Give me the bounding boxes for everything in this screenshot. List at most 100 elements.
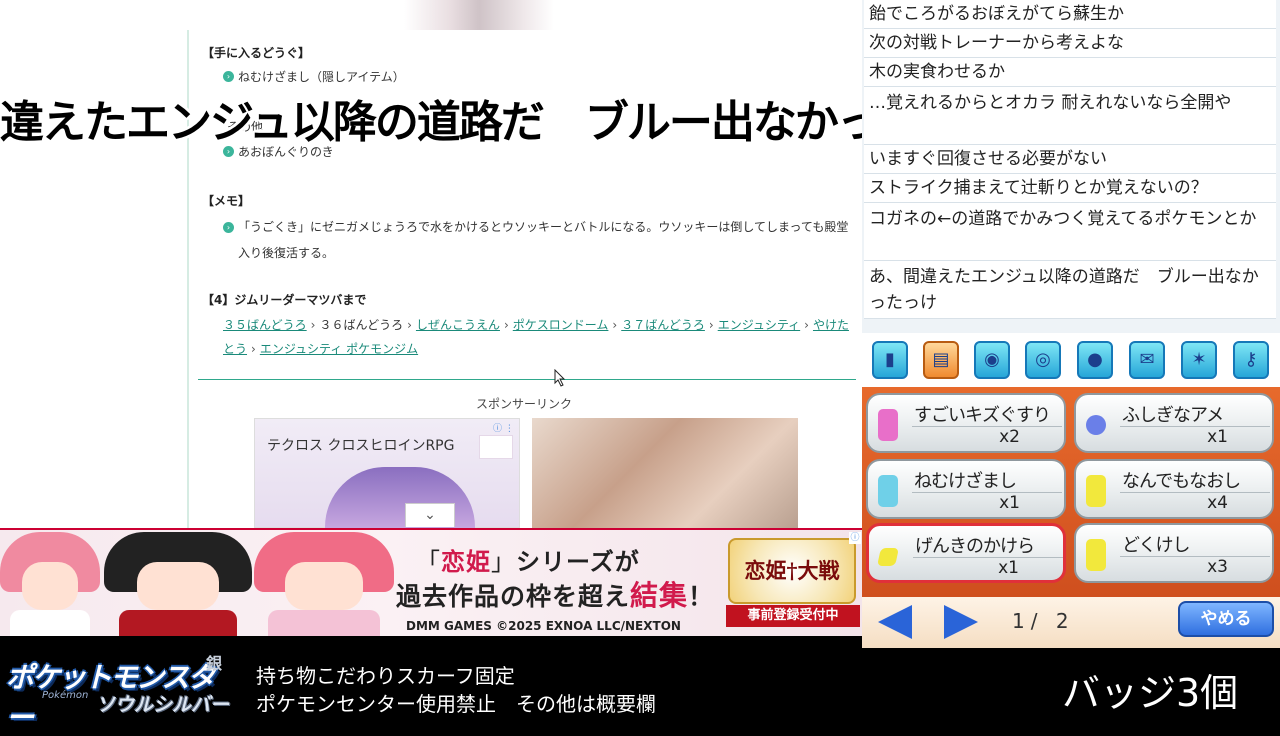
route-breadcrumb: ３５ばんどうろ › ３６ばんどうろ › しぜんこうえん › ポケスロンドーム › ３７ばんどうろ… — [223, 313, 855, 361]
item-name: ふしぎなアメ — [1122, 405, 1224, 426]
route-separator: › — [251, 342, 256, 356]
chat-message: あ、間違えたエンジュ以降の道路だ ブルー出なかったっけ — [864, 261, 1276, 319]
ad-title: テクロス クロスヒロインRPG — [267, 438, 455, 454]
ad-info-icon[interactable]: ⓘ ⋮ — [493, 421, 514, 434]
expand-chevron-icon[interactable]: ⌄ — [405, 503, 455, 527]
candy-icon — [1086, 415, 1106, 435]
item-name: げんきのかけら — [915, 536, 1035, 557]
previous-page-arrow-icon[interactable] — [878, 605, 912, 639]
ad-photo-shadow — [532, 488, 798, 528]
ad-tile-photo[interactable] — [532, 418, 798, 528]
item-name: どくけし — [1122, 535, 1190, 556]
bullet-icon: › — [223, 71, 234, 82]
item-bullet: › ねむけざまし（隠しアイテム） — [223, 68, 405, 85]
chat-message: 飴でころがるおぼえがてら蘇生か — [864, 0, 1276, 29]
potion-icon — [878, 409, 898, 441]
stream-overlay-subtitle: 違えたエンジュ以降の道路だ ブルー出なかったっけ — [0, 97, 1007, 148]
banner-ad[interactable]: 「恋姫」シリーズが 過去作品の枠を超え結集！ DMM GAMES ©2025 E… — [0, 528, 862, 636]
bottle-icon — [878, 475, 898, 507]
item-name: ねむけざまし — [914, 471, 1017, 492]
pocket-tab-bar: ▮ ▤ ◉ ◎ ● ✉ ✶ ⚷ — [862, 333, 1280, 387]
tm-pocket-icon[interactable]: ◎ — [1025, 341, 1061, 379]
item-quantity: x1 — [1207, 427, 1228, 447]
route-separator: › — [310, 318, 316, 332]
banner-headline: 「恋姫」シリーズが — [416, 548, 640, 576]
item-quantity: x1 — [998, 558, 1019, 578]
item-quantity: x4 — [1207, 493, 1228, 513]
chat-message: 次の対戦トレーナーから考えよな — [864, 29, 1276, 58]
route-separator: › — [612, 318, 618, 332]
item-quantity: x1 — [999, 493, 1020, 513]
route-link[interactable]: ポケスロンドーム — [513, 318, 609, 332]
banner-character-1 — [0, 532, 100, 636]
bottle-icon — [1086, 475, 1106, 507]
item-quantity: x3 — [1207, 557, 1228, 577]
chat-message: ストライク捕まえて辻斬りとか覚えないの？ — [864, 174, 1276, 203]
logo-pokemon: Pokémon — [42, 690, 89, 701]
item-quantity: x2 — [999, 427, 1020, 447]
bag-item-slot[interactable]: なんでもなおし x4 — [1074, 459, 1274, 519]
banner-subheadline: 過去作品の枠を超え結集！ — [396, 579, 715, 612]
chat-panel: 飴でころがるおぼえがてら蘇生か 次の対戦トレーナーから考えよな 木の実食わせるか… — [862, 0, 1280, 333]
bottle-icon — [1086, 539, 1106, 571]
route-separator: › — [503, 318, 509, 332]
chat-message: …覚えれるからとオカラ 耐えれないなら全開や — [864, 87, 1276, 145]
route-link[interactable]: ３７ばんどうろ — [621, 318, 705, 332]
memo-heading: 【メモ】 — [202, 194, 251, 208]
ad-info-icon[interactable]: ⓘ — [849, 532, 861, 544]
web-page-view: 【手に入るどうぐ】 › ねむけざまし（隠しアイテム） その他 › あおぼんぐりのき … — [0, 0, 862, 528]
logo-edition: 銀 — [206, 654, 223, 673]
bullet-icon: › — [223, 222, 234, 233]
pokeball-pocket-icon[interactable]: ◉ — [974, 341, 1010, 379]
rule-line: 持ち物こだわりスカーフ固定 — [256, 664, 515, 688]
route-link[interactable]: エンジュシティ ポケモンジム — [260, 342, 418, 356]
item-text: ねむけざまし（隠しアイテム） — [238, 70, 405, 84]
header-image — [404, 0, 554, 30]
item-name: なんでもなおし — [1122, 471, 1241, 492]
stream-info-bar: ポケットモンスター 銀 Pokémon ソウルシルバー 持ち物こだわりスカーフ固… — [0, 648, 1280, 734]
route-link[interactable]: エンジュシティ — [718, 318, 800, 332]
key-item-pocket-icon[interactable]: ⚷ — [1233, 341, 1269, 379]
route-separator: › — [407, 318, 412, 332]
logo-subtitle: ソウルシルバー — [96, 694, 230, 716]
banner-registration-button[interactable]: 事前登録受付中 — [726, 605, 860, 627]
rule-line: ポケモンセンター使用禁止 その他は概要欄 — [256, 692, 656, 716]
banner-character-2 — [104, 532, 252, 636]
route-current: ３６ばんどうろ — [319, 318, 404, 332]
item-name: すごいキズぐすり — [914, 405, 1051, 426]
shard-icon — [877, 548, 899, 566]
chat-message: コガネの←の道路でかみつく覚えてるポケモンとか — [864, 203, 1276, 261]
page-indicator: 1/ 2 — [1012, 609, 1075, 633]
next-page-arrow-icon[interactable] — [944, 605, 978, 639]
route-link[interactable]: しぜんこうえん — [416, 318, 500, 332]
memo-paragraph: › 「うごくき」にゼニガメじょうろで水をかけるとウソッキーとバトルになる。ウソッ… — [223, 214, 855, 266]
section-divider — [198, 379, 856, 380]
route-link[interactable]: ３５ばんどうろ — [223, 318, 307, 332]
bag-item-slot[interactable]: ねむけざまし x1 — [866, 459, 1066, 519]
route-separator: › — [804, 318, 809, 332]
bag-item-slot[interactable]: すごいキズぐすり x2 — [866, 393, 1066, 453]
route-heading: 【4】ジムリーダーマツバまで — [202, 293, 367, 307]
medicine-pocket-icon[interactable]: ▤ — [923, 341, 959, 379]
mail-pocket-icon[interactable]: ✉ — [1129, 341, 1165, 379]
bag-item-slot[interactable]: ふしぎなアメ x1 — [1074, 393, 1274, 453]
battle-item-pocket-icon[interactable]: ✶ — [1181, 341, 1217, 379]
ad-tile-game[interactable]: ⓘ ⋮ テクロス クロスヒロインRPG — [254, 418, 520, 528]
sponsor-label: スポンサーリンク — [476, 397, 573, 411]
game-logo: ポケットモンスター 銀 Pokémon ソウルシルバー — [6, 650, 238, 734]
banner-character-3 — [254, 532, 394, 636]
banner-copyright: DMM GAMES ©2025 EXNOA LLC/NEXTON — [406, 619, 681, 633]
bag-item-slot-selected[interactable]: げんきのかけら x1 — [866, 523, 1066, 583]
chat-message: 木の実食わせるか — [864, 58, 1276, 87]
items-heading: 【手に入るどうぐ】 — [202, 46, 311, 60]
memo-text: 「うごくき」にゼニガメじょうろで水をかけるとウソッキーとバトルになる。ウソッキー… — [238, 220, 849, 260]
route-separator: › — [708, 318, 714, 332]
bag-item-slot[interactable]: どくけし x3 — [1074, 523, 1274, 583]
berry-pocket-icon[interactable]: ● — [1077, 341, 1113, 379]
badge-count: バッジ3個 — [1062, 671, 1239, 715]
banner-logo: 恋姫†大戦 — [728, 538, 856, 604]
item-pocket-icon[interactable]: ▮ — [872, 341, 908, 379]
stream-rules: 持ち物こだわりスカーフ固定 ポケモンセンター使用禁止 その他は概要欄 — [256, 662, 656, 718]
quit-button[interactable]: やめる — [1178, 601, 1274, 637]
ad-logo-icon — [479, 435, 513, 459]
